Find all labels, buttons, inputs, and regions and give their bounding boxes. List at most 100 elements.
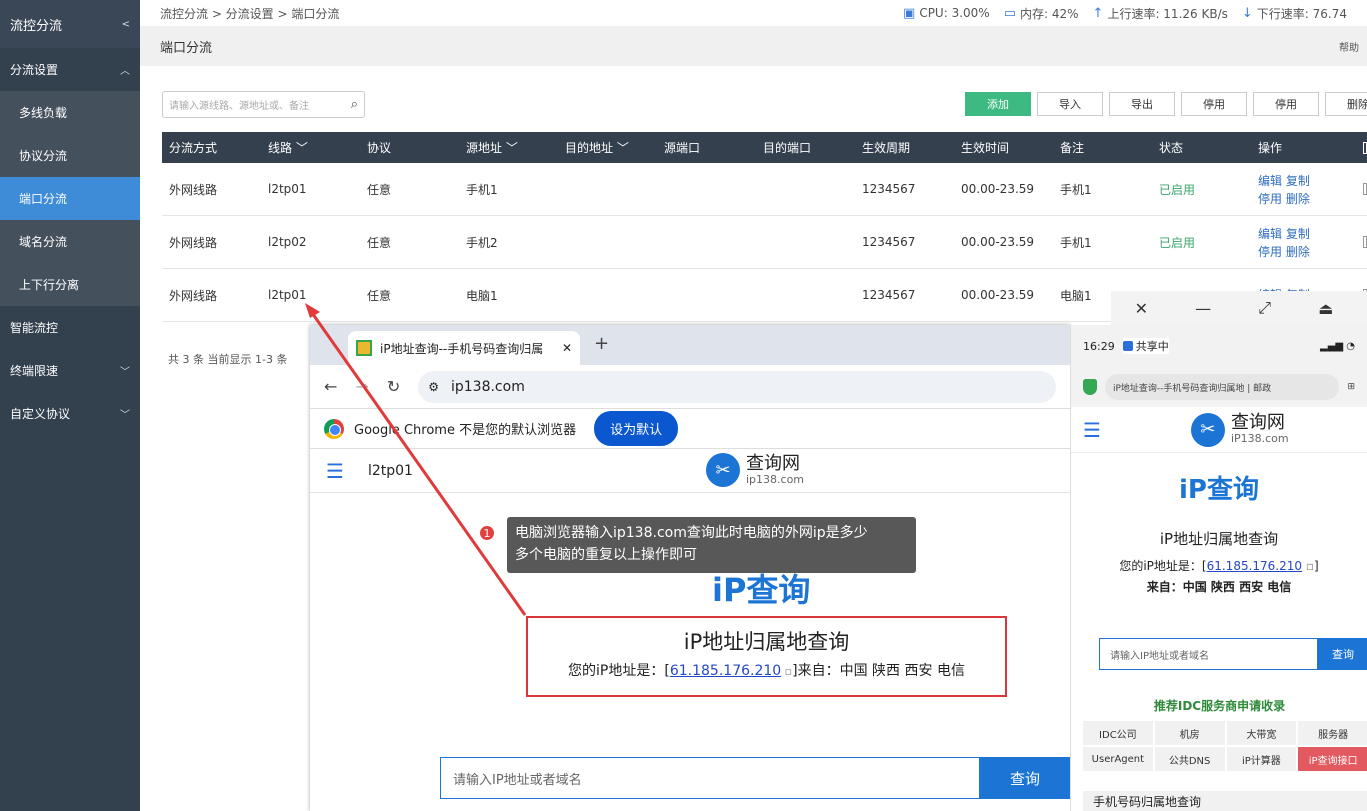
close-tab-icon[interactable]: ✕ [562,341,572,355]
set-default-button[interactable]: 设为默认 [594,411,679,446]
phone-grid-link[interactable]: 服务器 [1298,721,1367,745]
browser-tab[interactable]: iP地址查询--手机号码查询归属 ✕ [348,331,580,365]
ip-link[interactable]: 61.185.176.210 [670,663,781,679]
disable-delete-links[interactable]: 停用 删除 [1258,243,1361,260]
phone-ip-query-title: iP查询 [1179,475,1259,505]
delete-button[interactable]: 删除 [1325,92,1367,116]
download-icon: ↓ [1241,5,1253,21]
url-text: ip138.com [450,378,525,395]
search-icon[interactable]: ⌕ [351,97,358,112]
ip-query-input[interactable]: 请输入IP地址或者域名 [440,757,980,799]
row-checkbox[interactable] [1363,183,1367,195]
edit-copy-links[interactable]: 编辑 复制 [1258,172,1361,189]
header-cell[interactable]: 线路 ﹀ [261,139,360,156]
search-input[interactable]: 请输入源线路、源地址或、备注 ⌕ [162,91,365,118]
phone-grid-link[interactable]: UserAgent [1083,747,1153,771]
sidebar-item-split-settings[interactable]: 分流设置 ︿ [0,48,140,91]
site-logo[interactable]: ✂ 查询网 ip138.com [706,453,804,487]
sidebar-item-label: 端口分流 [19,192,68,206]
export-button[interactable]: 导出 [1109,92,1175,116]
sidebar-item-updown[interactable]: 上下行分离 [0,263,140,306]
toolbar: 添加 导入 导出 停用 停用 删除 [965,92,1367,116]
eject-icon[interactable]: ⏏ [1318,299,1333,318]
forward-icon[interactable]: → [355,377,368,396]
table-cell: 手机2 [466,235,498,250]
reload-icon[interactable]: ↻ [387,377,400,396]
edit-copy-links[interactable]: 编辑 复制 [1258,225,1361,242]
phone-ip-link[interactable]: 61.185.176.210 [1207,559,1302,573]
sidebar-item-multiline[interactable]: 多线负载 [0,91,140,134]
sidebar-item-smart-flow[interactable]: 智能流控 [0,306,140,349]
phone-grid-link[interactable]: IDC公司 [1083,721,1153,745]
table-cell: 任意 [367,235,392,250]
header-cell: 生效周期 [862,141,911,155]
ip-query-button[interactable]: 查询 [980,757,1070,799]
disable-button-2[interactable]: 停用 [1253,92,1319,116]
sidebar-item-domain[interactable]: 域名分流 [0,220,140,263]
sidebar-item-protocol[interactable]: 协议分流 [0,134,140,177]
sidebar-item-custom-protocol[interactable]: 自定义协议 ﹀ [0,392,140,435]
site-header: ☰ l2tp01 ✂ 查询网 ip138.com [310,449,1070,493]
table-row: 外网线路 l2tp01 任意 手机1 1234567 00.00-23.59 手… [162,163,1367,216]
broken-image-icon: ▫ [1302,559,1314,573]
phone-ads-title[interactable]: 推荐IDC服务商申请收录 [1071,697,1367,714]
table-row: 外网线路 l2tp02 任意 手机2 1234567 00.00-23.59 手… [162,216,1367,269]
header-cell[interactable]: 目的地址 ﹀ [558,139,657,156]
import-button[interactable]: 导入 [1037,92,1103,116]
new-tab-icon[interactable]: + [594,333,609,354]
collapse-icon[interactable]: < [122,19,130,30]
table-cell: 手机1 [1060,235,1092,250]
share-icon [1122,341,1133,351]
phone-grid-link[interactable]: 公共DNS [1154,747,1225,771]
select-all-checkbox[interactable] [1363,141,1367,154]
phone-ip-line: 您的iP地址是：[61.185.176.210 ▫] [1071,557,1367,574]
sidebar-item-label: 自定义协议 [10,407,71,421]
disable-button[interactable]: 停用 [1181,92,1247,116]
phone-query-button[interactable]: 查询 [1318,638,1367,670]
topbar: 流控分流 > 分流设置 > 端口分流 ▣ CPU: 3.00% ▭ 内存: 42% … [140,0,1367,26]
header-cell: 分流方式 [169,141,218,155]
bookmark-icon[interactable]: ⊞ [1347,382,1355,392]
back-icon[interactable]: ← [324,377,337,396]
help-link[interactable]: 帮助 [1339,39,1359,54]
cpu-icon: ▣ [903,5,916,21]
phone-logo-subtitle: iP138.com [1230,432,1289,445]
minimize-icon[interactable]: — [1195,299,1211,318]
menu-icon[interactable]: ☰ [326,459,344,483]
table-cell: l2tp02 [268,235,307,249]
phone-site-logo[interactable]: ✂ 查询网 iP138.com [1190,412,1289,447]
table-cell: l2tp01 [268,288,307,302]
url-input[interactable]: ⚙ ip138.com [418,370,1056,403]
phone-url-bar: iP地址查询--手机号码查询归属地 | 邮政 ⊞ [1071,367,1367,407]
close-icon[interactable]: ✕ [1135,299,1148,318]
ip-query-form: 请输入IP地址或者域名 查询 [440,757,1070,799]
phone-grid-link[interactable]: 机房 [1154,721,1225,745]
phone-window-controls: ✕ — ⤢ ⏏ [1111,291,1367,325]
ip-suffix: ]来自：中国 陕西 西安 电信 [792,663,965,679]
phone-url-input[interactable]: iP地址查询--手机号码查询归属地 | 邮政 [1105,374,1340,400]
chrome-icon [324,418,344,439]
table-cell: 外网线路 [169,235,218,250]
resize-icon[interactable]: ⤢ [1258,298,1271,318]
site-nav-label: l2tp01 [367,462,413,479]
header-cell: 备注 [1060,141,1085,155]
chevron-down-icon: ﹀ [120,367,130,378]
phone-menu-icon[interactable]: ☰ [1083,418,1101,442]
disable-delete-links[interactable]: 停用 删除 [1258,190,1361,207]
sidebar-item-terminal-limit[interactable]: 终端限速 ﹀ [0,349,140,392]
sidebar-header[interactable]: 流控分流 < [0,0,140,48]
phone-grid-link[interactable]: iP计算器 [1226,747,1297,771]
site-settings-icon[interactable]: ⚙ [428,380,439,394]
row-checkbox[interactable] [1363,236,1367,248]
phone-query-placeholder: 请输入IP地址或者域名 [1110,650,1209,662]
table-cell: 1234567 [862,288,916,302]
ip-result-line: 您的iP地址是：[61.185.176.210 ▫]来自：中国 陕西 西安 电信 [528,660,1005,680]
phone-grid-link[interactable]: iP查询接口 [1298,747,1367,771]
tooltip-line-2: 多个电脑的重复以上操作即可 [515,547,697,563]
add-button[interactable]: 添加 [965,92,1031,116]
sidebar-item-label: 协议分流 [19,149,68,163]
phone-query-input[interactable]: 请输入IP地址或者域名 [1099,638,1318,670]
phone-grid-link[interactable]: 大带宽 [1226,721,1297,745]
sidebar-item-port[interactable]: 端口分流 [0,177,140,220]
header-cell[interactable]: 源地址 ﹀ [459,139,558,156]
